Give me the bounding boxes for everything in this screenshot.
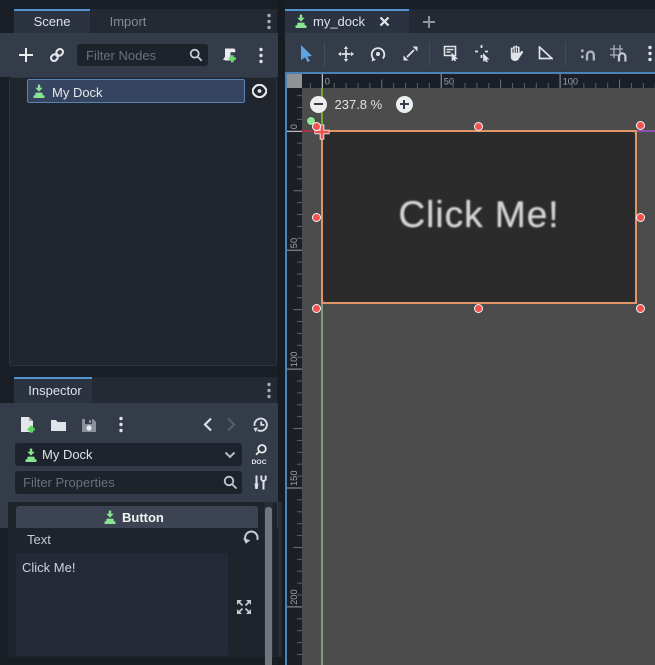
svg-text:0: 0 [324, 76, 329, 86]
svg-text:100: 100 [289, 351, 299, 367]
svg-text:50: 50 [443, 76, 453, 86]
svg-text:200: 200 [289, 589, 299, 605]
svg-text:0: 0 [289, 124, 299, 129]
svg-text:100: 100 [562, 76, 578, 86]
svg-text:DOC: DOC [252, 459, 267, 465]
svg-text:150: 150 [289, 470, 299, 486]
svg-text:50: 50 [289, 237, 299, 247]
